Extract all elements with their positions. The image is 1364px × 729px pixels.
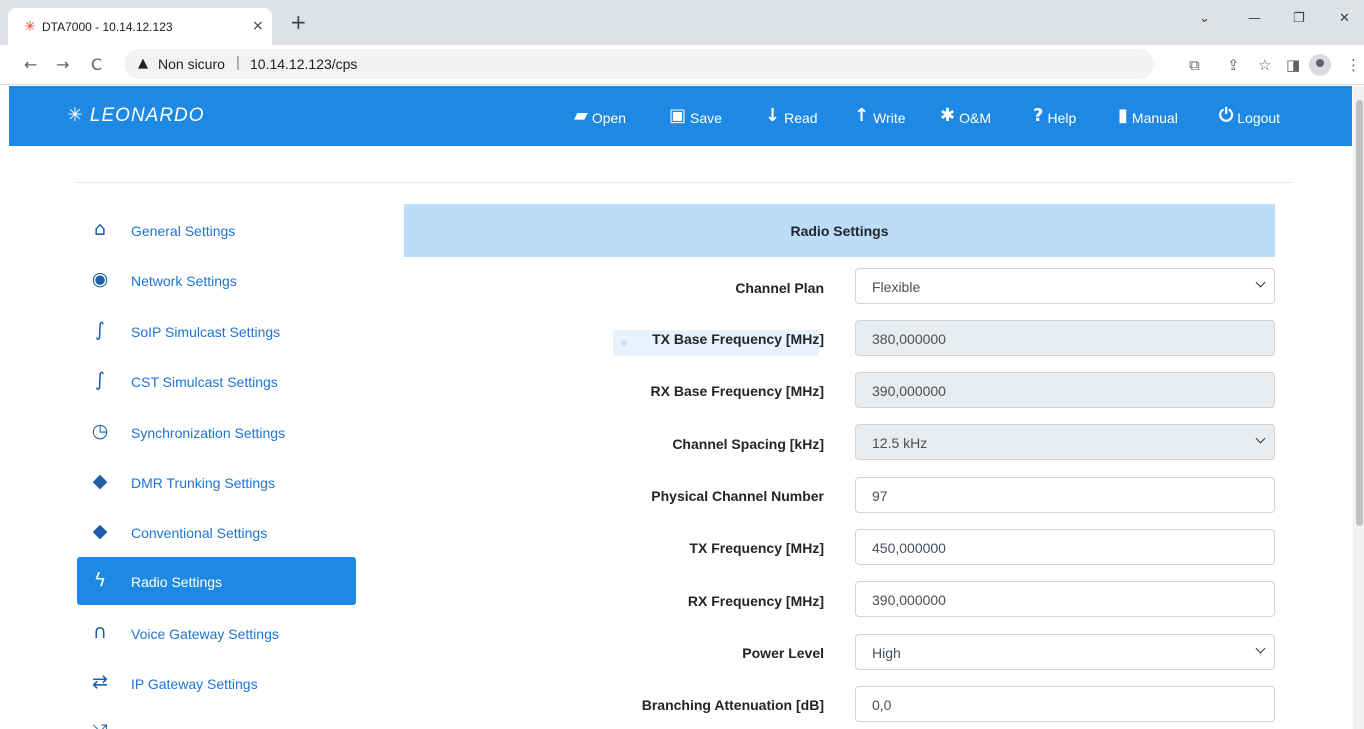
tx-frequency-label: TX Frequency [MHz] — [689, 540, 824, 556]
restore-icon[interactable]: ❐ — [1293, 10, 1305, 28]
tx-frequency-input[interactable]: 450,000000 — [855, 529, 1275, 565]
power-icon: ⏻ — [1219, 105, 1234, 126]
app-header: ✳ LEONARDO ▰ Open ▣ Save ↓ Read ↑ Write ✱… — [9, 86, 1352, 146]
cog-icon: ✱ — [940, 105, 956, 126]
sidebar-item-cst-simulcast-settings[interactable]: ∫ CST Simulcast Settings — [77, 357, 356, 405]
bookmark-star-icon[interactable]: ☆ — [1258, 56, 1271, 74]
power-level-select[interactable]: High — [855, 634, 1275, 670]
new-tab-button[interactable]: + — [290, 12, 307, 32]
minimize-icon[interactable]: — — [1248, 10, 1261, 28]
logout-button[interactable]: ⏻ Logout — [1219, 102, 1280, 130]
folder-open-icon: ▰ — [574, 105, 588, 126]
rx-frequency-input[interactable]: 390,000000 — [855, 581, 1275, 617]
header-divider — [76, 182, 1292, 183]
link-icon: ∫ — [95, 369, 105, 391]
sidebar-item-soip-simulcast-settings[interactable]: ∫ SoIP Simulcast Settings — [77, 307, 356, 355]
tag-icon: ◆ — [92, 520, 108, 542]
physical-channel-number-label: Physical Channel Number — [651, 488, 824, 504]
channel-spacing-select[interactable]: 12.5 kHz — [855, 424, 1275, 460]
reload-icon[interactable]: C — [91, 55, 102, 75]
sidebar-item-dmr-trunking-settings[interactable]: ◆ DMR Trunking Settings — [77, 458, 356, 506]
leonardo-logo: ✳ LEONARDO — [67, 103, 205, 128]
tx-base-frequency-input[interactable]: 380,000000 — [855, 320, 1275, 356]
home-icon: ⌂ — [93, 218, 107, 240]
sidebar-item-general-settings[interactable]: ⌂ General Settings — [77, 206, 356, 254]
leonardo-favicon-icon: ✳ — [24, 19, 36, 35]
tab-title: DTA7000 - 10.14.12.123 — [42, 20, 173, 34]
url-separator: | — [236, 54, 240, 71]
headphones-icon: ∩ — [93, 621, 107, 643]
help-button[interactable]: ? Help — [1033, 102, 1076, 130]
save-button[interactable]: ▣ Save — [669, 102, 722, 130]
clock-icon: ◷ — [91, 420, 109, 442]
address-bar[interactable]: ▲ Non sicuro | 10.14.12.123/cps — [124, 49, 1154, 79]
tags-icon: ◆ — [92, 470, 108, 492]
write-button[interactable]: ↑ Write — [854, 102, 906, 130]
sidebar-item-ip-gateway-settings[interactable]: ⇄ IP Gateway Settings — [77, 659, 356, 707]
chevron-down-icon — [1255, 277, 1266, 288]
warning-icon[interactable]: ▲ — [138, 55, 148, 73]
branching-attenuation-input[interactable]: 0,0 — [855, 686, 1275, 722]
tab-search-icon[interactable]: ⌄ — [1199, 10, 1210, 28]
channel-plan-select[interactable]: Flexible — [855, 268, 1275, 304]
open-button[interactable]: ▰ Open — [574, 102, 626, 130]
scrollbar-thumb[interactable] — [1356, 100, 1363, 526]
channel-spacing-label: Channel Spacing [kHz] — [672, 436, 824, 452]
rx-base-frequency-input[interactable]: 390,000000 — [855, 372, 1275, 408]
arrow-up-icon: ↑ — [854, 105, 870, 126]
chevron-down-icon — [1255, 433, 1266, 444]
profile-avatar-icon[interactable] — [1309, 54, 1331, 76]
browser-tab[interactable]: ✳ DTA7000 - 10.14.12.123 × — [8, 8, 272, 45]
close-window-icon[interactable]: ✕ — [1339, 10, 1350, 28]
arrow-down-icon: ↓ — [765, 105, 781, 126]
back-icon[interactable]: ← — [24, 55, 37, 75]
read-button[interactable]: ↓ Read — [765, 102, 818, 130]
shuffle-icon: ⤮ — [89, 721, 111, 729]
power-level-label: Power Level — [742, 645, 824, 661]
leonardo-mark-icon: ✳ — [67, 104, 84, 126]
browser-tab-strip: ✳ DTA7000 - 10.14.12.123 × + ⌄ — ❐ ✕ — [0, 0, 1364, 45]
share-icon[interactable]: ⇪ — [1227, 56, 1240, 74]
physical-channel-number-input[interactable]: 97 — [855, 477, 1275, 513]
side-panel-icon[interactable]: ◨ — [1286, 56, 1300, 74]
link-icon: ∫ — [95, 319, 105, 341]
manual-button[interactable]: ▮ Manual — [1118, 102, 1178, 130]
close-tab-icon[interactable]: × — [252, 18, 264, 34]
sidebar-item-voice-gateway-settings[interactable]: ∩ Voice Gateway Settings — [77, 609, 356, 657]
rx-frequency-label: RX Frequency [MHz] — [687, 593, 824, 609]
url-text[interactable]: 10.14.12.123/cps — [250, 56, 357, 72]
security-status[interactable]: Non sicuro — [158, 56, 225, 72]
sidebar-item-conventional-settings[interactable]: ◆ Conventional Settings — [77, 508, 356, 556]
brand-name: LEONARDO — [89, 105, 205, 126]
channel-plan-label: Channel Plan — [735, 280, 824, 296]
exchange-icon: ⇄ — [92, 671, 108, 693]
section-header: Radio Settings — [404, 204, 1275, 257]
browser-toolbar: ← → C ▲ Non sicuro | 10.14.12.123/cps ⧉ … — [0, 45, 1364, 85]
sidebar-item-partial[interactable]: ⤮ — [77, 709, 356, 729]
save-icon: ▣ — [669, 105, 687, 126]
forward-icon[interactable]: → — [56, 55, 69, 75]
chevron-down-icon — [1255, 643, 1266, 654]
sidebar-item-synchronization-settings[interactable]: ◷ Synchronization Settings — [77, 408, 356, 456]
om-button[interactable]: ✱ O&M — [940, 102, 991, 130]
sidebar-item-radio-settings[interactable]: ϟ Radio Settings — [77, 557, 356, 605]
translate-icon[interactable]: ⧉ — [1189, 56, 1200, 74]
bolt-icon: ϟ — [93, 569, 107, 591]
section-title: Radio Settings — [790, 223, 889, 239]
sidebar-item-network-settings[interactable]: ◉ Network Settings — [77, 256, 356, 304]
browser-menu-icon[interactable]: ⋮ — [1346, 56, 1361, 74]
rx-base-frequency-label: RX Base Frequency [MHz] — [650, 383, 824, 399]
book-icon: ▮ — [1118, 105, 1128, 126]
tx-base-frequency-label: TX Base Frequency [MHz] — [652, 331, 824, 347]
question-circle-icon: ? — [1033, 105, 1044, 126]
globe-icon: ◉ — [91, 268, 109, 290]
branching-attenuation-label: Branching Attenuation [dB] — [641, 697, 824, 713]
